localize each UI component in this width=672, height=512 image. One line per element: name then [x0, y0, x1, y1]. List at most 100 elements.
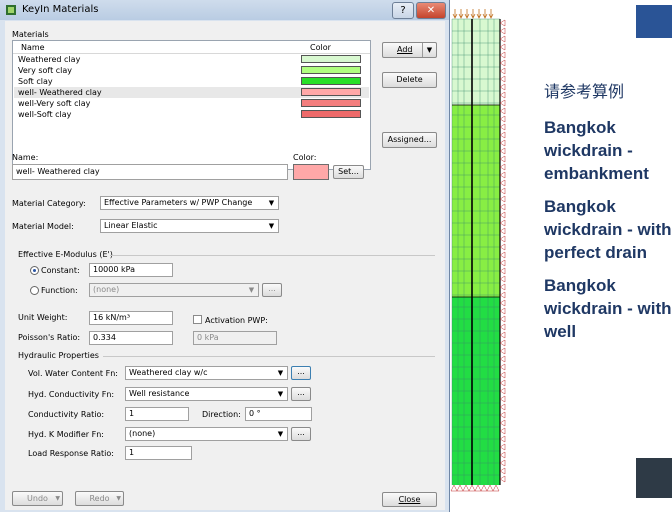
- kmod-chevron-down-icon[interactable]: ▼: [274, 428, 287, 440]
- support-icon: [499, 131, 506, 139]
- support-icon: [499, 99, 506, 107]
- column-header-color[interactable]: Color: [310, 43, 331, 52]
- material-color-swatch[interactable]: [301, 66, 361, 74]
- load-arrow-icon: [482, 9, 488, 19]
- model-chevron-down-icon[interactable]: ▼: [265, 220, 278, 232]
- load-arrow-icon: [470, 9, 476, 19]
- material-color-swatch[interactable]: [301, 55, 361, 63]
- modulus-constant-input[interactable]: 10000 kPa: [89, 263, 173, 277]
- assigned-button[interactable]: Assigned...: [382, 132, 437, 148]
- load-arrow-icon: [464, 9, 470, 19]
- material-name: well-Very soft clay: [18, 99, 91, 108]
- constant-radio[interactable]: [30, 266, 39, 275]
- load-arrow-icon: [458, 9, 464, 19]
- help-button[interactable]: ?: [392, 2, 414, 19]
- support-icon: [499, 275, 506, 283]
- redo-button[interactable]: Redo ▼: [75, 491, 124, 506]
- material-row[interactable]: well-Very soft clay: [14, 98, 369, 109]
- support-icon: [499, 435, 506, 443]
- support-icon: [499, 35, 506, 43]
- modulus-function-more-button[interactable]: ...: [262, 283, 282, 297]
- vwc-more-button[interactable]: ...: [291, 366, 311, 380]
- column-header-name[interactable]: Name: [21, 43, 45, 52]
- support-icon: [499, 195, 506, 203]
- vwc-select[interactable]: Weathered clay w/c ▼: [125, 366, 288, 380]
- hydk-select[interactable]: Well resistance ▼: [125, 387, 288, 401]
- kmod-select[interactable]: (none) ▼: [125, 427, 288, 441]
- color-label: Color:: [293, 153, 317, 162]
- close-button[interactable]: Close: [382, 492, 437, 507]
- material-color-swatch[interactable]: [301, 110, 361, 118]
- load-arrow-icon: [452, 9, 458, 19]
- material-color-swatch[interactable]: [301, 99, 361, 107]
- model-value: Linear Elastic: [104, 221, 158, 230]
- category-select[interactable]: Effective Parameters w/ PWP Change ▼: [100, 196, 279, 210]
- kmod-value: (none): [129, 429, 156, 438]
- undo-button[interactable]: Undo ▼: [12, 491, 63, 506]
- activation-pwp-checkbox[interactable]: [193, 315, 202, 324]
- support-icon: [499, 387, 506, 395]
- category-value: Effective Parameters w/ PWP Change: [104, 198, 253, 207]
- support-icon: [499, 427, 506, 435]
- support-icon: [499, 339, 506, 347]
- redo-dropdown-icon[interactable]: ▼: [116, 492, 121, 505]
- load-arrow-icon: [476, 9, 482, 19]
- material-color-swatch[interactable]: [301, 88, 361, 96]
- support-icon: [486, 484, 494, 492]
- vwc-chevron-down-icon[interactable]: ▼: [274, 367, 287, 379]
- model-label: Material Model:: [12, 222, 74, 231]
- name-input[interactable]: well- Weathered clay: [12, 164, 288, 180]
- set-color-button[interactable]: Set...: [333, 165, 364, 179]
- delete-button[interactable]: Delete: [382, 72, 437, 88]
- support-icon: [499, 219, 506, 227]
- material-row[interactable]: well-Soft clay: [14, 109, 369, 120]
- support-icon: [499, 75, 506, 83]
- undo-label: Undo: [27, 494, 48, 503]
- material-color-swatch[interactable]: [301, 77, 361, 85]
- modulus-function-chevron-icon[interactable]: ▼: [245, 284, 258, 296]
- undo-dropdown-icon[interactable]: ▼: [55, 492, 60, 505]
- support-icon: [499, 227, 506, 235]
- materials-group-label: Materials: [12, 30, 49, 39]
- material-row[interactable]: well- Weathered clay: [14, 87, 369, 98]
- function-radio[interactable]: [30, 286, 39, 295]
- window-close-button[interactable]: ✕: [416, 2, 446, 19]
- support-icon: [499, 291, 506, 299]
- unit-weight-input[interactable]: 16 kN/m³: [89, 311, 173, 325]
- support-icon: [499, 139, 506, 147]
- add-button[interactable]: Add ▼: [382, 42, 437, 58]
- poisson-input[interactable]: 0.334: [89, 331, 173, 345]
- title-bar[interactable]: KeyIn Materials ? ✕: [0, 0, 449, 20]
- ratio-input[interactable]: 1: [125, 407, 189, 421]
- poisson-label: Poisson's Ratio:: [18, 333, 81, 342]
- activation-pwp-input[interactable]: 0 kPa: [193, 331, 277, 345]
- materials-list[interactable]: Name Color Weathered clay Very soft clay S…: [12, 40, 371, 170]
- material-row[interactable]: Weathered clay: [14, 54, 369, 65]
- function-label: Function:: [41, 286, 78, 295]
- support-icon: [499, 371, 506, 379]
- kmod-more-button[interactable]: ...: [291, 427, 311, 441]
- name-label: Name:: [12, 153, 39, 162]
- add-dropdown-arrow-icon[interactable]: ▼: [422, 43, 436, 57]
- slide-item-well: Bangkok wickdrain - with well: [544, 276, 672, 341]
- hydk-chevron-down-icon[interactable]: ▼: [274, 388, 287, 400]
- hydk-more-button[interactable]: ...: [291, 387, 311, 401]
- support-icon: [499, 355, 506, 363]
- modulus-function-select[interactable]: (none) ▼: [89, 283, 259, 297]
- materials-list-header: Name Color: [13, 41, 370, 54]
- material-row[interactable]: Soft clay: [14, 76, 369, 87]
- category-chevron-down-icon[interactable]: ▼: [265, 197, 278, 209]
- dialog-body: Materials Name Color Weathered clay Very …: [5, 21, 445, 510]
- lrr-input[interactable]: 1: [125, 446, 192, 460]
- material-color-swatch[interactable]: [293, 164, 329, 180]
- vwc-label: Vol. Water Content Fn:: [28, 369, 118, 378]
- support-icon: [499, 475, 506, 483]
- support-icon: [499, 403, 506, 411]
- model-select[interactable]: Linear Elastic ▼: [100, 219, 279, 233]
- material-row[interactable]: Very soft clay: [14, 65, 369, 76]
- keyin-materials-dialog: KeyIn Materials ? ✕ Materials Name Color…: [0, 0, 450, 512]
- direction-input[interactable]: 0 °: [245, 407, 312, 421]
- support-icon: [499, 395, 506, 403]
- add-label: Add: [397, 45, 413, 54]
- support-icon: [499, 187, 506, 195]
